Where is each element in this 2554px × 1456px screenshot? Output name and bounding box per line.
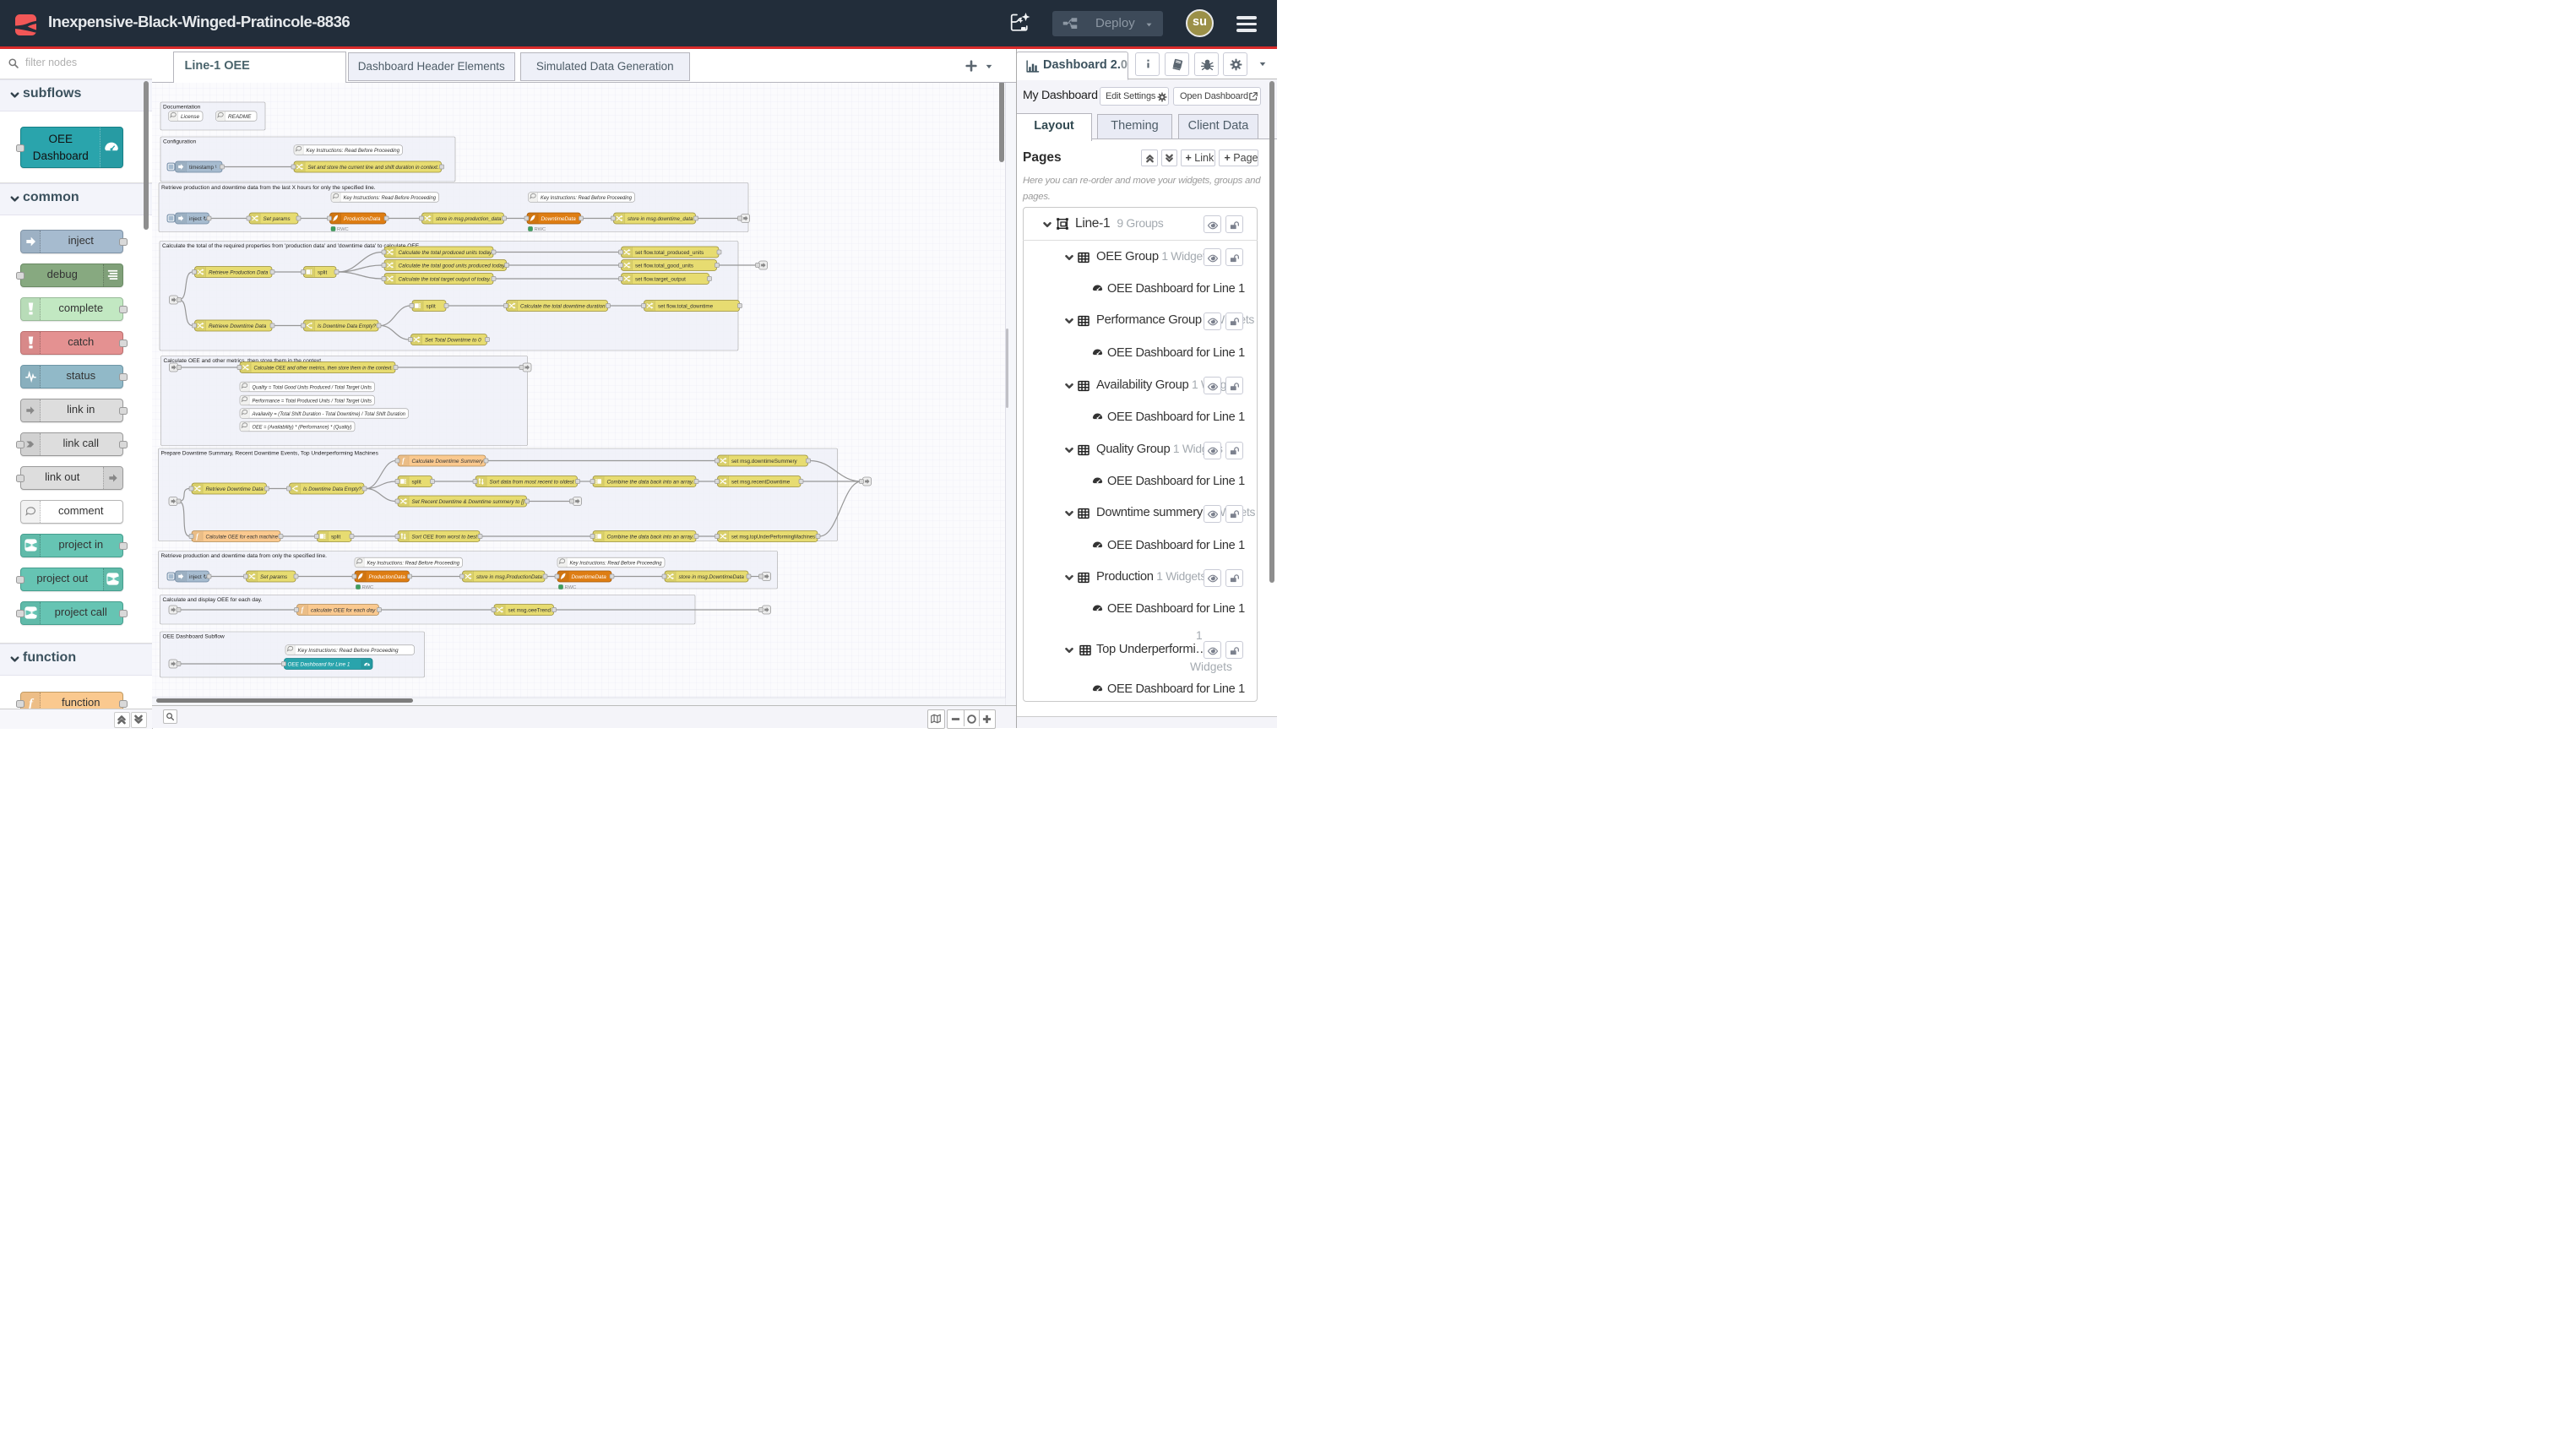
svg-text:split: split — [412, 479, 421, 485]
svg-text:Set Recent Downtime & Downtime: Set Recent Downtime & Downtime summery t… — [412, 499, 524, 505]
svg-text:inject ↻: inject ↻ — [189, 574, 208, 580]
svg-text:Availavity = (Total Shift Dura: Availavity = (Total Shift Duration - Tot… — [252, 411, 406, 417]
svg-text:Calculate OEE for each machine: Calculate OEE for each machine — [206, 534, 279, 540]
svg-text:OEE Dashboard Subflow: OEE Dashboard Subflow — [163, 633, 226, 639]
svg-text:calculate OEE for each day: calculate OEE for each day — [311, 607, 376, 613]
svg-text:store in msg.downtime_data: store in msg.downtime_data — [628, 216, 693, 222]
svg-text:Configuration: Configuration — [163, 139, 197, 144]
svg-text:Retrieve Downtime Data: Retrieve Downtime Data — [209, 323, 267, 329]
svg-text:Set Total Downtime to 0: Set Total Downtime to 0 — [425, 337, 481, 343]
svg-text:ProductionData: ProductionData — [344, 216, 381, 222]
svg-text:Key Instructions: Read Before: Key Instructions: Read Before Proceeding — [307, 148, 400, 154]
svg-text:Calculate the total target out: Calculate the total target output of tod… — [399, 276, 492, 282]
svg-text:Calculate the total good units: Calculate the total good units produced … — [399, 263, 507, 269]
svg-text:set msg.topUnderPerformingMach: set msg.topUnderPerformingMachines — [731, 534, 815, 540]
svg-text:Set and store the current line: Set and store the current line and shift… — [308, 165, 439, 171]
svg-text:Calculate OEE and other metric: Calculate OEE and other metrics, then st… — [254, 365, 394, 371]
svg-text:Key Instructions: Read Before: Key Instructions: Read Before Proceeding — [570, 560, 662, 566]
svg-text:set flow.target_output: set flow.target_output — [635, 276, 686, 282]
svg-text:Is Downtime Data Empty?: Is Downtime Data Empty? — [318, 323, 376, 329]
svg-text:Key Instructions: Read Before: Key Instructions: Read Before Proceeding — [367, 560, 460, 566]
svg-text:Calculate Downtime Summery: Calculate Downtime Summery — [412, 459, 485, 465]
svg-text:RWC: RWC — [535, 227, 546, 232]
svg-text:set flow.total_downtime: set flow.total_downtime — [658, 303, 714, 309]
svg-text:Combine the data back into an: Combine the data back into an array. — [607, 534, 694, 540]
svg-text:Sort data from most recent to: Sort data from most recent to oldest — [490, 479, 574, 485]
svg-text:Retrieve production and downti: Retrieve production and downtime data fr… — [161, 185, 376, 191]
svg-text:Quality = Total Good Units Pro: Quality = Total Good Units Produced / To… — [253, 384, 372, 390]
svg-text:inject ↻: inject ↻ — [189, 216, 208, 222]
svg-text:set msg.oeeTrend: set msg.oeeTrend — [508, 607, 552, 613]
svg-text:Performance = Total Produced U: Performance = Total Produced Units / Tot… — [253, 398, 372, 404]
svg-text:RWC: RWC — [565, 585, 577, 590]
svg-text:OEE = (Availability) * (Perfor: OEE = (Availability) * (Performance) * (… — [253, 424, 352, 430]
svg-text:Prepare Downtime Summary, Rece: Prepare Downtime Summary, Recent Downtim… — [161, 450, 379, 456]
svg-text:Retrieve Production Data: Retrieve Production Data — [209, 269, 269, 275]
svg-text:RWC: RWC — [362, 585, 374, 590]
svg-text:set flow.total_produced_units: set flow.total_produced_units — [635, 250, 704, 256]
svg-text:store in msg.ProductionData: store in msg.ProductionData — [476, 574, 542, 580]
svg-text:Calculate and display OEE for: Calculate and display OEE for each day. — [163, 597, 263, 603]
svg-text:Set params: Set params — [264, 216, 291, 222]
svg-text:set msg.recentDowntime: set msg.recentDowntime — [731, 479, 791, 485]
svg-text:set msg.downtimeSummery: set msg.downtimeSummery — [731, 459, 798, 465]
svg-text:README: README — [228, 114, 252, 120]
svg-text:Key Instructions: Read Before: Key Instructions: Read Before Proceeding — [541, 195, 632, 201]
svg-text:Combine the data back into an: Combine the data back into an array. — [607, 479, 694, 485]
svg-text:Calculate the total of the req: Calculate the total of the required prop… — [162, 243, 420, 249]
svg-text:set flow.total_good_units: set flow.total_good_units — [635, 263, 693, 269]
svg-text:Calculate the total downtime d: Calculate the total downtime duration — [520, 303, 606, 309]
svg-text:DowntimeData: DowntimeData — [572, 574, 607, 580]
svg-text:store in msg.production_data: store in msg.production_data — [436, 216, 502, 222]
svg-text:Key Instructions: Read Before: Key Instructions: Read Before Proceeding — [298, 648, 399, 654]
svg-text:OEE Dashboard for Line 1: OEE Dashboard for Line 1 — [288, 661, 350, 667]
svg-text:timestamp ¹: timestamp ¹ — [189, 165, 217, 171]
svg-text:Key Instructions: Read Before: Key Instructions: Read Before Proceeding — [344, 195, 437, 201]
svg-text:Retrieve Downtime Data: Retrieve Downtime Data — [206, 486, 264, 492]
svg-text:License: License — [181, 114, 199, 120]
svg-text:Is Downtime Data Empty?: Is Downtime Data Empty? — [303, 486, 361, 492]
svg-text:split: split — [331, 534, 340, 540]
svg-text:store in msg.DowntimeData: store in msg.DowntimeData — [679, 574, 745, 580]
svg-text:RWC: RWC — [337, 227, 349, 232]
svg-text:Calculate the total produced u: Calculate the total produced units today — [399, 250, 492, 256]
svg-text:ProductionData: ProductionData — [369, 574, 406, 580]
svg-text:split: split — [427, 303, 436, 309]
svg-text:Retrieve production and downti: Retrieve production and downtime data fr… — [161, 553, 328, 559]
svg-text:split: split — [318, 269, 327, 275]
svg-text:Documentation: Documentation — [163, 104, 201, 110]
svg-text:DowntimeData: DowntimeData — [541, 216, 577, 222]
svg-text:Sort OEE from worst to best: Sort OEE from worst to best — [412, 534, 478, 540]
svg-text:Set params: Set params — [260, 574, 288, 580]
